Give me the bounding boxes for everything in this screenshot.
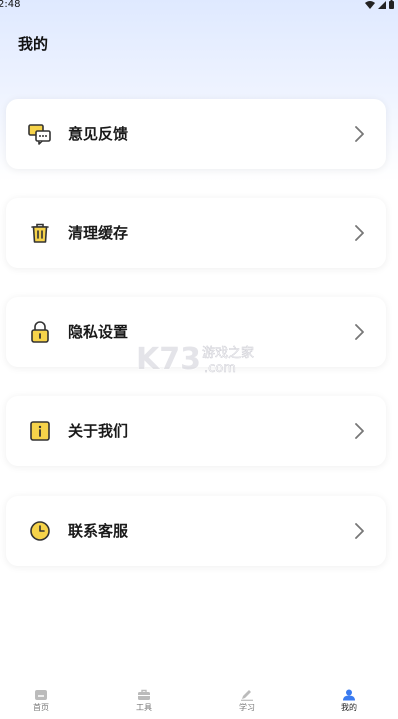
status-icons bbox=[365, 0, 394, 9]
menu-item-label: 联系客服 bbox=[68, 522, 129, 540]
wifi-icon bbox=[365, 0, 375, 9]
menu-item-feedback[interactable]: 意见反馈 bbox=[6, 99, 386, 169]
home-icon bbox=[35, 690, 47, 700]
menu-item-label: 隐私设置 bbox=[68, 323, 129, 341]
bottom-tab-bar: 首页 工具 学习 我的 bbox=[0, 683, 398, 719]
chevron-right-icon bbox=[355, 225, 364, 241]
menu-item-customer-service[interactable]: 联系客服 bbox=[6, 496, 386, 566]
status-bar: 2:48 bbox=[0, 0, 398, 12]
watermark-main-fill: K73 bbox=[136, 342, 201, 376]
tab-home[interactable]: 首页 bbox=[21, 689, 61, 713]
menu-item-about[interactable]: 关于我们 bbox=[6, 396, 386, 466]
watermark-sub1: 游戏之家 bbox=[202, 345, 254, 361]
toolbox-icon bbox=[138, 689, 150, 700]
tab-label: 首页 bbox=[33, 703, 49, 712]
clock-icon bbox=[28, 519, 52, 543]
menu-item-clear-cache[interactable]: 清理缓存 bbox=[6, 198, 386, 268]
tab-label: 我的 bbox=[341, 703, 357, 712]
watermark-sub2: .com bbox=[204, 361, 236, 376]
site-watermark: K73 K73 游戏之家 .com bbox=[135, 341, 254, 376]
page-title: 我的 bbox=[18, 35, 49, 53]
menu-item-label: 关于我们 bbox=[68, 422, 129, 440]
menu-item-label: 意见反馈 bbox=[68, 125, 129, 143]
tab-profile[interactable]: 我的 bbox=[329, 689, 369, 713]
lock-icon bbox=[28, 320, 52, 344]
tab-study[interactable]: 学习 bbox=[227, 689, 267, 713]
signal-icon bbox=[378, 0, 386, 9]
chevron-right-icon bbox=[355, 126, 364, 142]
battery-icon bbox=[389, 0, 394, 9]
chevron-right-icon bbox=[355, 423, 364, 439]
status-time: 2:48 bbox=[0, 0, 21, 10]
tab-label: 工具 bbox=[136, 703, 152, 712]
menu-item-label: 清理缓存 bbox=[68, 224, 129, 242]
info-icon bbox=[28, 419, 52, 443]
feedback-chat-icon bbox=[28, 122, 52, 146]
tab-label: 学习 bbox=[239, 703, 255, 712]
profile-icon bbox=[343, 689, 355, 701]
chevron-right-icon bbox=[355, 523, 364, 539]
chevron-right-icon bbox=[355, 324, 364, 340]
trash-icon bbox=[28, 221, 52, 245]
tab-tools[interactable]: 工具 bbox=[124, 689, 164, 713]
pen-icon bbox=[241, 690, 253, 701]
